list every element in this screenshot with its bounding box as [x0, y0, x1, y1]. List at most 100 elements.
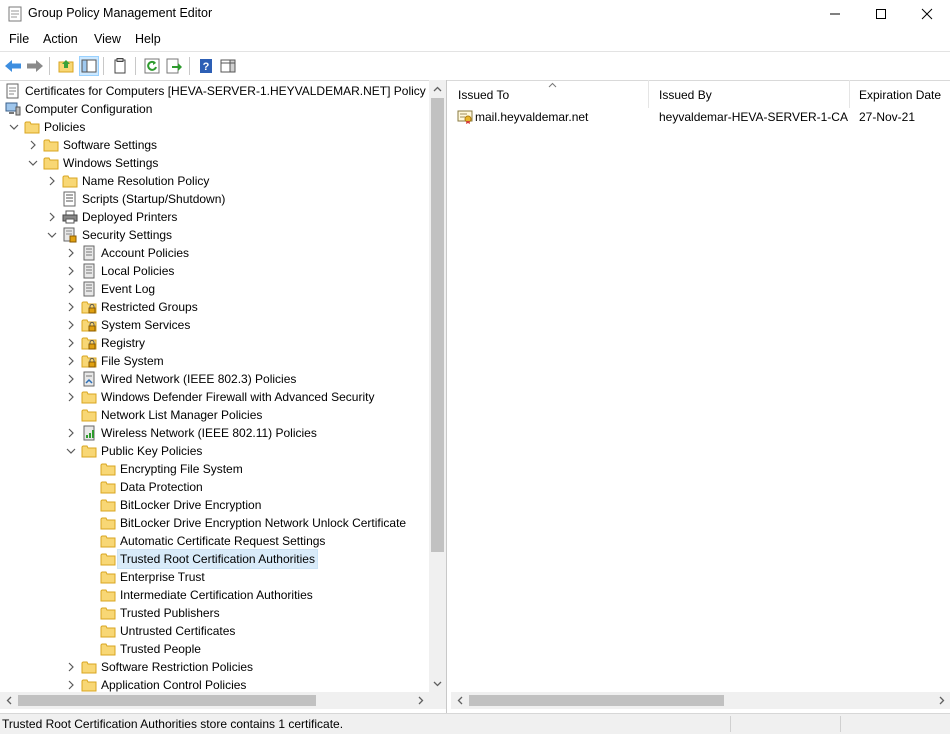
tree-item[interactable]: Public Key Policies — [0, 442, 429, 460]
chevron-right-icon[interactable] — [65, 299, 77, 315]
tree-vertical-scrollbar[interactable] — [429, 80, 446, 692]
status-divider — [730, 716, 731, 732]
list-horizontal-scrollbar[interactable] — [451, 692, 950, 709]
console-tree-pane[interactable]: Certificates for Computers [HEVA-SERVER-… — [0, 80, 447, 713]
folder-icon — [24, 119, 40, 135]
tree-item[interactable]: Data Protection — [0, 478, 429, 496]
refresh-button[interactable] — [142, 56, 162, 76]
tree-horizontal-scrollbar[interactable] — [0, 692, 429, 709]
tree-item[interactable]: Untrusted Certificates — [0, 622, 429, 640]
minimize-button[interactable] — [812, 0, 858, 28]
tree-item[interactable]: Network List Manager Policies — [0, 406, 429, 424]
help-icon: ? — [200, 59, 212, 73]
list-horizontal-scroll-thumb[interactable] — [469, 695, 724, 706]
tree-item[interactable]: File System — [0, 352, 429, 370]
chevron-right-icon[interactable] — [65, 371, 77, 387]
tree-item-label: Windows Defender Firewall with Advanced … — [101, 390, 375, 404]
tree-item[interactable]: Scripts (Startup/Shutdown) — [0, 190, 429, 208]
forward-button[interactable] — [25, 56, 45, 76]
menu-file[interactable]: File — [9, 32, 29, 46]
tree-item[interactable]: Wired Network (IEEE 802.3) Policies — [0, 370, 429, 388]
tree-item[interactable]: Enterprise Trust — [0, 568, 429, 586]
close-button[interactable] — [904, 0, 950, 28]
scroll-right-arrow[interactable] — [412, 692, 429, 709]
tree-item[interactable]: Computer Configuration — [0, 100, 429, 118]
maximize-button[interactable] — [858, 0, 904, 28]
back-button[interactable] — [3, 56, 23, 76]
up-one-level-button[interactable] — [56, 56, 76, 76]
tree-item[interactable]: Software Settings — [0, 136, 429, 154]
tree-item-label: Restricted Groups — [101, 300, 198, 314]
chevron-right-icon[interactable] — [65, 425, 77, 441]
tree-item[interactable]: Local Policies — [0, 262, 429, 280]
chevron-right-icon[interactable] — [65, 389, 77, 405]
tree-vertical-scroll-thumb[interactable] — [431, 98, 444, 552]
chevron-right-icon[interactable] — [65, 335, 77, 351]
chevron-right-icon[interactable] — [65, 677, 77, 693]
tree-item[interactable]: Certificates for Computers [HEVA-SERVER-… — [0, 82, 429, 100]
cell-issued-by: heyvaldemar-HEVA-SERVER-1-CA — [659, 110, 848, 124]
chevron-right-icon[interactable] — [65, 317, 77, 333]
scroll-left-arrow[interactable] — [0, 692, 17, 709]
tree-item[interactable]: Windows Defender Firewall with Advanced … — [0, 388, 429, 406]
tree-item[interactable]: Registry — [0, 334, 429, 352]
chevron-right-icon[interactable] — [65, 353, 77, 369]
chevron-down-icon[interactable] — [46, 227, 58, 243]
chevron-right-icon[interactable] — [65, 659, 77, 675]
chevron-right-icon[interactable] — [65, 263, 77, 279]
tree-item[interactable]: System Services — [0, 316, 429, 334]
chevron-down-icon[interactable] — [8, 119, 20, 135]
tree-item[interactable]: Security Settings — [0, 226, 429, 244]
help-button[interactable]: ? — [196, 56, 216, 76]
folder-icon — [81, 389, 97, 405]
tree-item[interactable]: Intermediate Certification Authorities — [0, 586, 429, 604]
tree-item[interactable]: Trusted Publishers — [0, 604, 429, 622]
scroll-down-arrow[interactable] — [429, 675, 446, 692]
folder-icon — [100, 623, 116, 639]
scroll-right-arrow[interactable] — [933, 692, 950, 709]
folder-icon — [81, 677, 97, 693]
export-list-button[interactable] — [164, 56, 184, 76]
chevron-down-icon[interactable] — [0, 101, 1, 117]
tree-item[interactable]: Trusted Root Certification Authorities — [0, 549, 429, 569]
wireless-network-icon — [81, 425, 97, 441]
tree-item[interactable]: Policies — [0, 118, 429, 136]
scroll-up-arrow[interactable] — [429, 80, 446, 97]
tree-item[interactable]: Wireless Network (IEEE 802.11) Policies — [0, 424, 429, 442]
folder-icon — [100, 641, 116, 657]
tree-item[interactable]: Trusted People — [0, 640, 429, 658]
folder-icon — [81, 443, 97, 459]
tree-item[interactable]: Restricted Groups — [0, 298, 429, 316]
menu-help[interactable]: Help — [135, 32, 161, 46]
chevron-right-icon[interactable] — [65, 281, 77, 297]
tree-item[interactable]: Software Restriction Policies — [0, 658, 429, 676]
tree-item-label: Local Policies — [101, 264, 175, 278]
chevron-down-icon[interactable] — [65, 443, 77, 459]
column-header-issued-by[interactable]: Issued By — [652, 80, 850, 108]
tree-item-label: Software Settings — [63, 138, 158, 152]
show-hide-console-tree-button[interactable] — [79, 56, 99, 76]
tree-item[interactable]: Windows Settings — [0, 154, 429, 172]
tree-item[interactable]: Deployed Printers — [0, 208, 429, 226]
chevron-right-icon[interactable] — [46, 173, 58, 189]
tree-item[interactable]: BitLocker Drive Encryption Network Unloc… — [0, 514, 429, 532]
chevron-down-icon[interactable] — [27, 155, 39, 171]
tree-item[interactable]: BitLocker Drive Encryption — [0, 496, 429, 514]
tree-horizontal-scroll-thumb[interactable] — [18, 695, 316, 706]
properties-button[interactable] — [110, 56, 130, 76]
menu-action[interactable]: Action — [43, 32, 78, 46]
tree-item[interactable]: Encrypting File System — [0, 460, 429, 478]
chevron-right-icon[interactable] — [27, 137, 39, 153]
column-header-expiration-date[interactable]: Expiration Date — [852, 80, 950, 108]
scroll-left-arrow[interactable] — [451, 692, 468, 709]
tree-item[interactable]: Name Resolution Policy — [0, 172, 429, 190]
chevron-right-icon[interactable] — [46, 209, 58, 225]
column-header-issued-to[interactable]: Issued To — [451, 80, 649, 108]
tree-item[interactable]: Automatic Certificate Request Settings — [0, 532, 429, 550]
tree-item[interactable]: Event Log — [0, 280, 429, 298]
menu-view[interactable]: View — [94, 32, 121, 46]
chevron-right-icon[interactable] — [65, 245, 77, 261]
tree-item[interactable]: Account Policies — [0, 244, 429, 262]
certificate-list-pane[interactable]: Issued To Issued By Expiration Date mail… — [451, 80, 950, 713]
show-hide-action-pane-button[interactable] — [218, 56, 238, 76]
